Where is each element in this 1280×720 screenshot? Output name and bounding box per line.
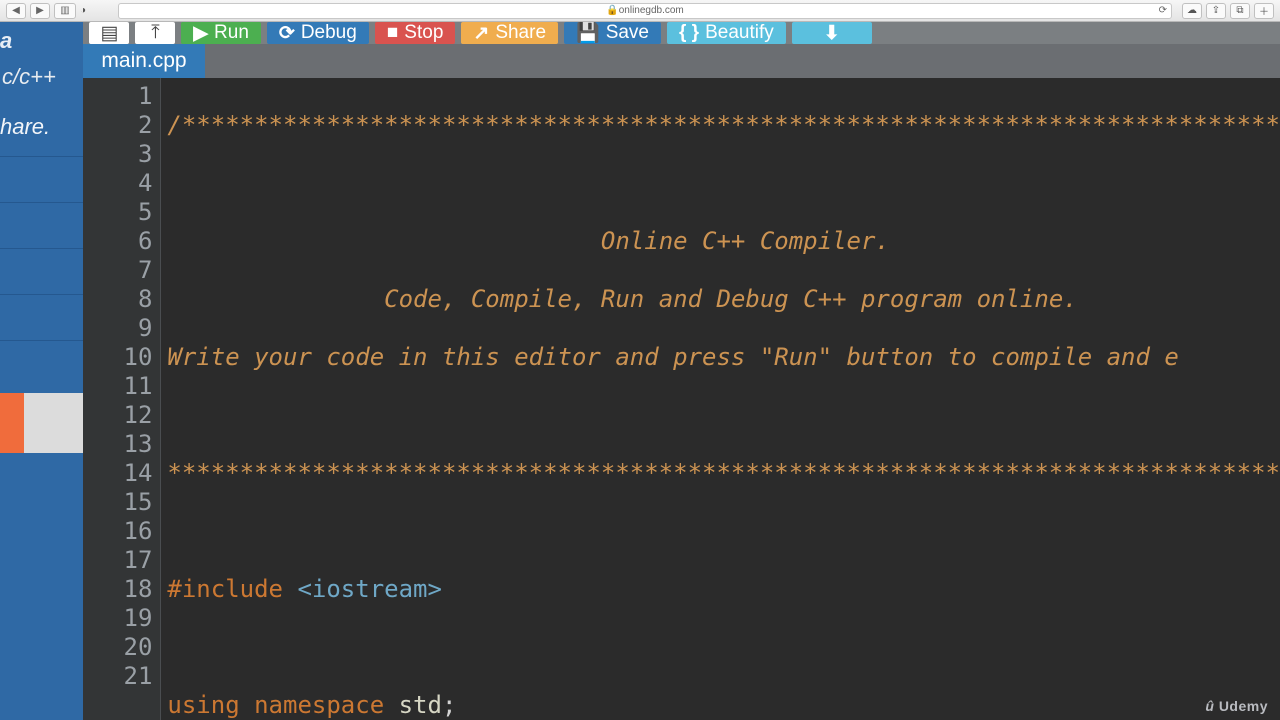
tab-label: main.cpp <box>101 49 186 73</box>
save-button[interactable]: 💾 Save <box>564 22 661 44</box>
new-file-button[interactable]: ▤ <box>89 22 129 44</box>
sidebar-lang: c/c++ <box>0 60 83 100</box>
run-label: Run <box>214 22 249 44</box>
line-gutter: 123456789101112131415161718192021 <box>83 78 161 720</box>
braces-icon: { } <box>679 22 699 44</box>
debug-label: Debug <box>301 22 357 44</box>
file-icon: ▤ <box>100 22 118 45</box>
code-token: #include <box>167 575 283 603</box>
bug-icon: ⟳ <box>279 22 295 45</box>
main-panel: ▤ ⤒ ▶ Run ⟳ Debug ■ Stop ↗ Share 💾 <box>83 22 1280 720</box>
upload-icon: ⤒ <box>151 22 159 44</box>
sidebar-toggle[interactable]: ▥ <box>54 3 76 19</box>
sidebar-title: a <box>0 22 83 60</box>
url-text: onlinegdb.com <box>619 5 684 16</box>
tabs-icon[interactable]: ⧉ <box>1230 3 1250 19</box>
back-button[interactable]: ◀ <box>6 3 26 19</box>
file-tab-main[interactable]: main.cpp <box>83 44 204 78</box>
share-icon: ↗ <box>473 22 489 45</box>
sidebar: a c/c++ hare. <box>0 22 83 720</box>
share-icon[interactable]: ⇪ <box>1206 3 1226 19</box>
sidebar-item[interactable] <box>0 341 83 387</box>
browser-top-icons: ☁ ⇪ ⧉ ＋ <box>1182 3 1274 19</box>
code-comment: ****************************************… <box>167 459 1280 487</box>
run-button[interactable]: ▶ Run <box>181 22 260 44</box>
code-comment: /***************************************… <box>167 111 1280 139</box>
debug-button[interactable]: ⟳ Debug <box>267 22 369 44</box>
save-icon: 💾 <box>576 21 600 45</box>
sidebar-item[interactable] <box>0 157 83 203</box>
watermark: û Udemy <box>1205 698 1268 714</box>
share-button[interactable]: ↗ Share <box>461 22 558 44</box>
upload-button[interactable]: ⤒ <box>135 22 175 44</box>
forward-button[interactable]: ▶ <box>30 3 50 19</box>
url-bar[interactable]: 🔒 onlinegdb.com ⟳ <box>118 3 1172 19</box>
sidebar-item-selected[interactable] <box>0 393 83 453</box>
lock-icon: 🔒 <box>606 5 618 16</box>
browser-chrome: ◀ ▶ ▥ ◑ 🔒 onlinegdb.com ⟳ ☁ ⇪ ⧉ ＋ <box>0 0 1280 22</box>
code-comment: Write your code in this editor and press… <box>167 343 1178 371</box>
reader-icon[interactable]: ◑ <box>80 5 86 16</box>
stop-icon: ■ <box>387 22 398 44</box>
app-frame: a c/c++ hare. ▤ ⤒ ▶ Run ⟳ Debug <box>0 22 1280 720</box>
stop-button[interactable]: ■ Stop <box>375 22 456 44</box>
cloud-icon[interactable]: ☁ <box>1182 3 1202 19</box>
reload-icon[interactable]: ⟳ <box>1159 5 1167 16</box>
share-label: Share <box>495 22 546 44</box>
newtab-button[interactable]: ＋ <box>1254 3 1274 19</box>
beautify-button[interactable]: { } Beautify <box>667 22 786 44</box>
tab-bar: main.cpp <box>83 44 1280 78</box>
code-token: namespace <box>254 691 384 719</box>
toolbar: ▤ ⤒ ▶ Run ⟳ Debug ■ Stop ↗ Share 💾 <box>83 22 1280 44</box>
code-comment: Online C++ Compiler. <box>167 227 889 255</box>
sidebar-share: hare. <box>0 100 83 157</box>
code-token: <iostream> <box>297 575 442 603</box>
code-token: std <box>399 691 442 719</box>
stop-label: Stop <box>404 22 443 44</box>
code-editor[interactable]: 123456789101112131415161718192021 /*****… <box>83 78 1280 720</box>
save-label: Save <box>606 22 649 44</box>
play-icon: ▶ <box>193 22 208 45</box>
sidebar-item[interactable] <box>0 249 83 295</box>
sidebar-item[interactable] <box>0 295 83 341</box>
sidebar-item[interactable] <box>0 203 83 249</box>
beautify-label: Beautify <box>705 22 774 44</box>
code-area[interactable]: /***************************************… <box>161 78 1280 720</box>
download-icon: ⬇ <box>824 22 840 45</box>
code-token: using <box>167 691 239 719</box>
download-button[interactable]: ⬇ <box>792 22 872 44</box>
code-comment: Code, Compile, Run and Debug C++ program… <box>167 285 1077 313</box>
sidebar-marker <box>0 393 24 453</box>
